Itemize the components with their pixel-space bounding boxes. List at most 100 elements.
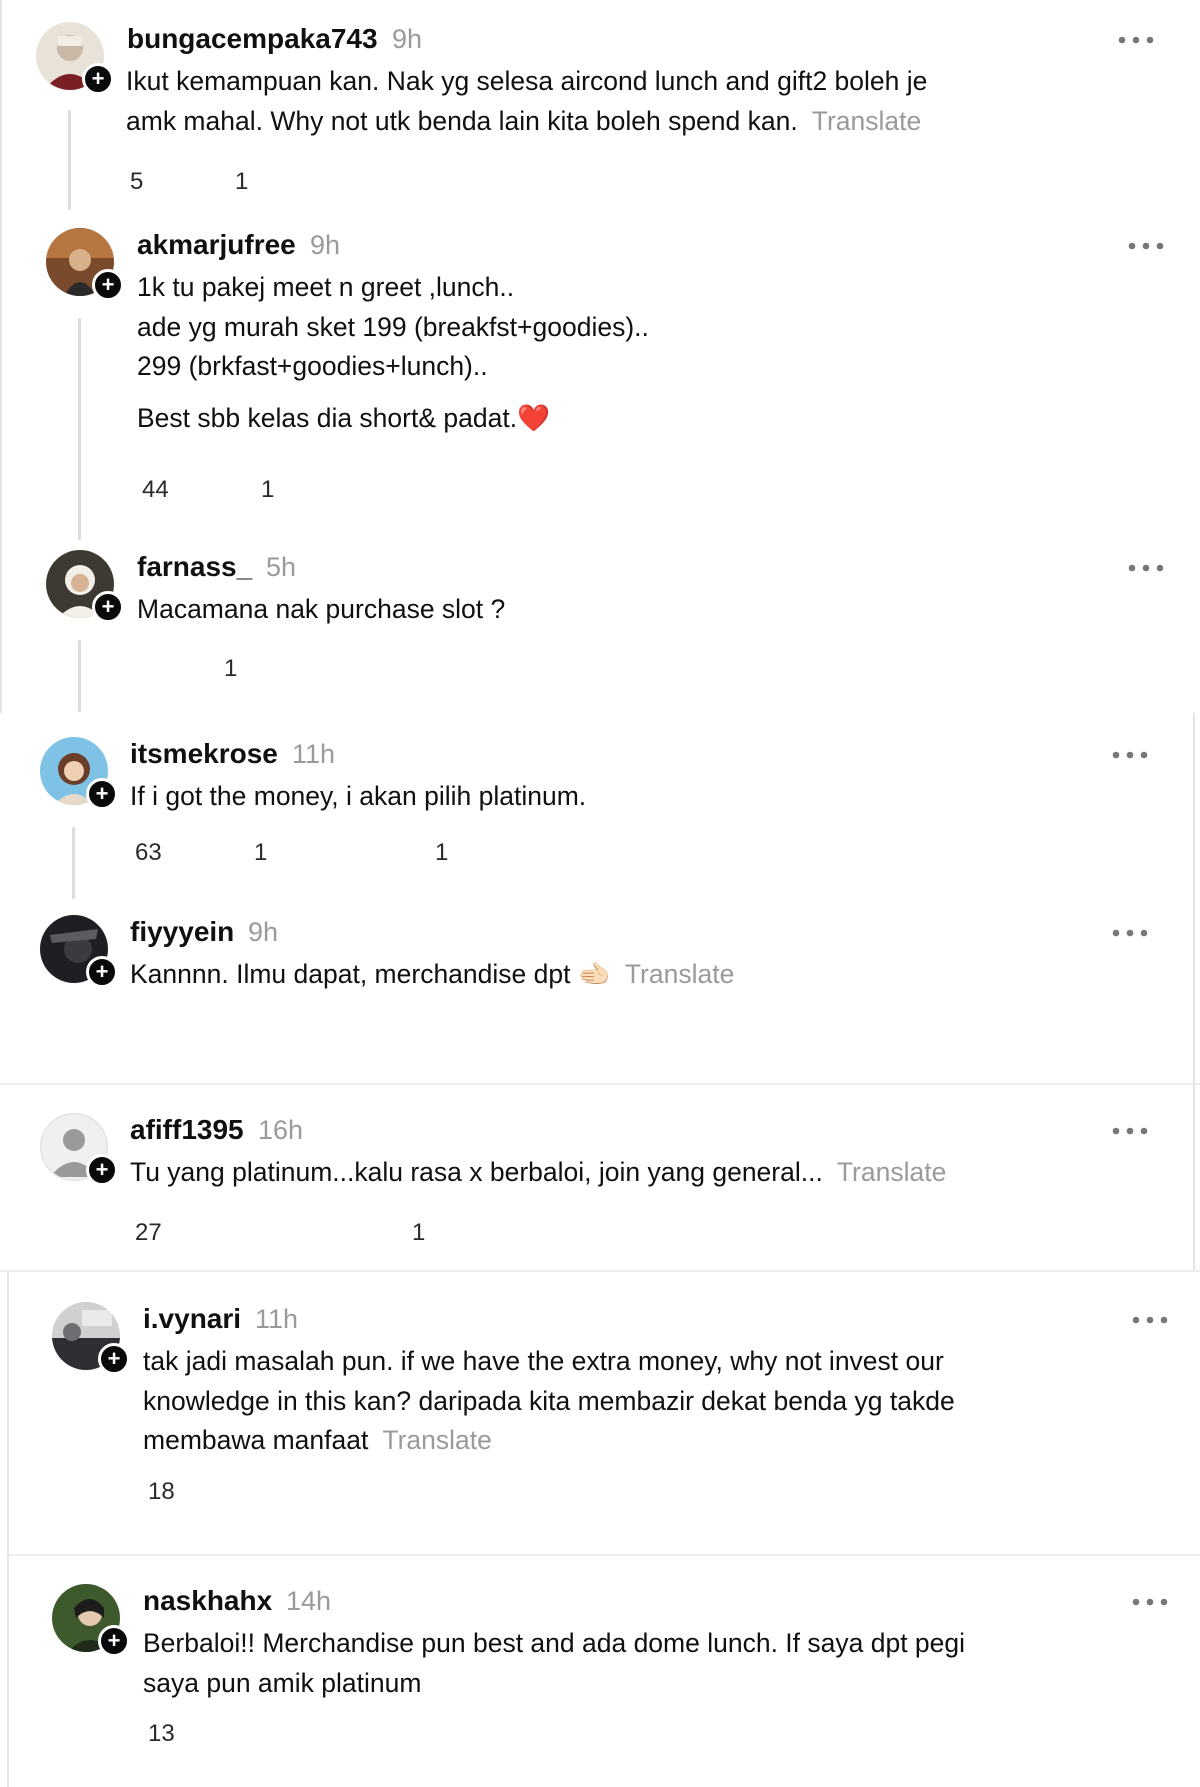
like-count: 27 [135,1219,162,1246]
comment-block-2: + akmarjufree 9h 1k tu pakej meet n gree… [0,210,1200,713]
comment-line: 299 (brkfast+goodies+lunch).. [137,351,488,381]
more-options-icon[interactable] [1116,30,1156,50]
translate-link[interactable]: Translate [812,106,921,136]
thread-line [78,640,81,712]
follow-plus-icon[interactable]: + [98,1343,130,1375]
avatar[interactable]: + [46,228,124,301]
reply-count: 1 [235,168,249,195]
follow-plus-icon[interactable]: + [86,956,118,988]
timestamp: 9h [310,230,341,260]
comment-text: tak jadi masalah pun. if we have the ext… [143,1342,955,1461]
more-options-icon[interactable] [1110,745,1150,765]
share-button[interactable]: 1 [406,1219,425,1247]
comment-block-1: + bungacempaka743 9h Ikut kemampuan kan.… [0,0,1200,210]
translate-link[interactable]: Translate [382,1425,491,1455]
like-count: 63 [135,839,162,866]
more-options-icon[interactable] [1110,923,1150,943]
avatar[interactable]: + [52,1584,130,1657]
reply-button[interactable]: 1 [248,839,267,867]
reply-button[interactable]: 1 [229,168,248,196]
follow-plus-icon[interactable]: + [82,63,114,95]
follow-plus-icon[interactable]: + [86,778,118,810]
comment-line: membawa manfaat [143,1425,369,1455]
timestamp: 11h [255,1304,299,1334]
comment-line: ade yg murah sket 199 (breakfst+goodies)… [137,311,649,342]
translate-link[interactable]: Translate [625,959,734,989]
comment-text: Berbaloi!! Merchandise pun best and ada … [143,1624,965,1703]
follow-plus-icon[interactable]: + [86,1154,118,1186]
like-count: 44 [142,476,169,503]
avatar[interactable]: + [46,550,124,623]
share-count: 1 [435,839,449,866]
block-right-border [1193,1085,1195,1270]
timestamp: 16h [258,1115,304,1145]
follow-plus-icon[interactable]: + [92,591,124,623]
avatar[interactable]: + [40,915,118,988]
avatar[interactable]: + [52,1302,130,1375]
like-count: 5 [130,168,144,195]
timestamp: 14h [286,1586,332,1616]
comment-line: saya pun amik platinum [143,1667,422,1698]
timestamp: 9h [392,24,423,54]
follow-plus-icon[interactable]: + [98,1625,130,1657]
comment-text: Tu yang platinum...kalu rasa x berbaloi,… [130,1153,946,1193]
more-options-icon[interactable] [1130,1310,1170,1330]
share-count: 1 [412,1219,426,1246]
reply-button[interactable]: 1 [255,476,274,504]
timestamp: 9h [248,917,279,947]
more-options-icon[interactable] [1110,1121,1150,1141]
reply-count: 1 [224,655,238,682]
more-options-icon[interactable] [1126,236,1166,256]
comment-line: If i got the money, i akan pilih platinu… [130,781,587,811]
follow-plus-icon[interactable]: + [92,269,124,301]
comment-block-4: + afiff1395 16h Tu yang platinum...kalu … [0,1085,1200,1272]
divider [7,1554,1200,1556]
like-button[interactable]: 13 [142,1720,175,1748]
comment-line: Best sbb kelas dia short& padat.❤️ [137,402,551,433]
comment-line: Kannnn. Ilmu dapat, merchandise dpt 🫲🏻 [130,959,611,989]
comment-text: Kannnn. Ilmu dapat, merchandise dpt 🫲🏻 Tr… [130,955,734,995]
block-left-border [0,0,2,210]
comment-block-3: + itsmekrose 11h If i got the money, i a… [0,713,1200,1085]
block-right-border [1193,713,1195,1083]
like-button[interactable]: 5 [124,168,143,196]
comment-line: amk mahal. Why not utk benda lain kita b… [126,105,798,136]
like-count: 13 [148,1720,175,1747]
thread-line [72,827,75,899]
translate-link[interactable]: Translate [837,1157,946,1187]
username[interactable]: fiyyyein [130,915,234,949]
username[interactable]: farnass_ [137,550,252,584]
username[interactable]: akmarjufree [137,228,296,262]
like-button[interactable]: 44 [136,476,169,504]
username[interactable]: i.vynari [143,1302,241,1336]
timestamp: 11h [292,739,336,769]
thread-line [68,110,71,210]
avatar[interactable]: + [36,22,114,95]
like-button[interactable]: 63 [129,839,162,867]
share-button[interactable]: 1 [429,839,448,867]
comment-line: tak jadi masalah pun. if we have the ext… [143,1346,944,1376]
comment-line: Macamana nak purchase slot ? [137,594,506,624]
timestamp: 5h [266,552,297,582]
comment-block-5: + i.vynari 11h tak jadi masalah pun. if … [0,1272,1200,1787]
comment-line: knowledge in this kan? daripada kita mem… [143,1385,955,1416]
comment-line: Berbaloi!! Merchandise pun best and ada … [143,1628,966,1658]
comment-line: Ikut kemampuan kan. Nak yg selesa aircon… [126,66,928,96]
comment-text: 1k tu pakej meet n greet ,lunch.. ade yg… [137,268,649,438]
block-left-border [7,1272,9,1787]
username[interactable]: naskhahx [143,1584,272,1618]
reply-button[interactable]: 1 [218,655,237,683]
avatar[interactable]: + [40,1113,118,1186]
comment-text: Macamana nak purchase slot ? [137,590,505,630]
more-options-icon[interactable] [1130,1592,1170,1612]
like-button[interactable]: 27 [129,1219,162,1247]
username[interactable]: itsmekrose [130,737,278,771]
more-options-icon[interactable] [1126,558,1166,578]
like-count: 18 [148,1478,175,1505]
username[interactable]: bungacempaka743 [127,22,378,56]
username[interactable]: afiff1395 [130,1113,244,1147]
avatar[interactable]: + [40,737,118,810]
like-button[interactable]: 18 [142,1478,175,1506]
thread-line [78,318,81,540]
reply-count: 1 [261,476,275,503]
